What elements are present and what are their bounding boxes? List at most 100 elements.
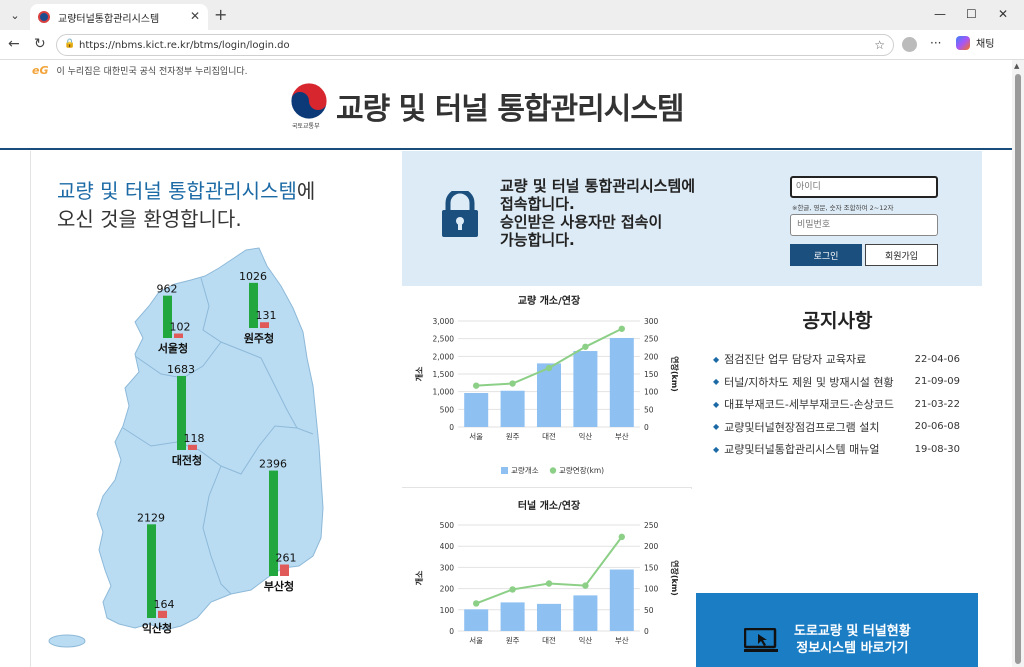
- korea-map: 962 102 서울청 1026 131 원주청 1683 118 대전청 2396 261 부산청 2…: [48, 247, 324, 648]
- favorite-star-icon[interactable]: ☆: [874, 38, 885, 52]
- welcome-line2: 오신 것을 환영합니다.: [57, 207, 242, 231]
- user-id-input[interactable]: [790, 176, 938, 198]
- site-header: eG 이 누리집은 대한민국 공식 전자정부 누리집입니다. 국토교통부 교량 …: [0, 60, 1012, 150]
- chart-bar: [573, 595, 598, 631]
- y-tick-label: 300: [440, 563, 455, 572]
- bridge-count-label: 1026: [239, 270, 267, 283]
- notice-item[interactable]: ◆ 터널/지하차도 제원 및 방재시설 현황 21-09-09: [713, 371, 968, 394]
- close-tab-icon[interactable]: ✕: [190, 9, 200, 23]
- welcome-suffix: 에: [296, 179, 316, 203]
- notice-date: 21-03-22: [914, 398, 960, 410]
- notice-list: ◆ 점검진단 업무 담당자 교육자료 22-04-06 ◆ 터널/지하차도 제원 및 …: [713, 348, 968, 461]
- x-tick-label: 대전: [542, 635, 556, 645]
- more-menu-icon[interactable]: ···: [930, 36, 941, 50]
- line-point: [473, 600, 480, 607]
- tunnel-count-label: 131: [256, 309, 277, 322]
- y-tick-label: 400: [440, 542, 455, 551]
- legend-swatch-bar: [501, 467, 508, 474]
- maximize-button[interactable]: ☐: [966, 7, 977, 21]
- welcome-heading: 교량 및 터널 통합관리시스템에 오신 것을 환영합니다.: [57, 177, 315, 233]
- chart-bar: [464, 609, 489, 631]
- tunnel-count-label: 164: [154, 598, 175, 611]
- refresh-icon[interactable]: ↻: [34, 36, 46, 52]
- chart-bar: [500, 390, 525, 427]
- line-point: [545, 364, 553, 372]
- copilot-button[interactable]: 채팅: [956, 35, 994, 50]
- close-window-button[interactable]: ✕: [998, 7, 1008, 21]
- line-point: [582, 343, 589, 350]
- egov-mark: eG: [32, 64, 49, 77]
- bridge-chart-box: 교량 개소/연장 0 500 1,000 1,500 2,000 2,500 3,000 0 50…: [402, 286, 692, 488]
- notice-text[interactable]: 교량및터널현장점검프로그램 설치: [724, 419, 904, 435]
- profile-avatar[interactable]: [902, 37, 917, 52]
- y-tick-label: 500: [440, 521, 455, 530]
- notice-text[interactable]: 터널/지하차도 제원 및 방재시설 현황: [724, 374, 904, 390]
- chart-bar: [609, 337, 634, 427]
- site-info-icon[interactable]: 🔒: [64, 39, 75, 49]
- welcome-panel: 교량 및 터널 통합관리시스템에 오신 것을 환영합니다. 962 102 서울청 1…: [30, 151, 402, 667]
- notice-item[interactable]: ◆ 교량및터널현장점검프로그램 설치 20-06-08: [713, 416, 968, 439]
- notice-text[interactable]: 교량및터널통합관리시스템 매뉴얼: [724, 441, 904, 457]
- legend-swatch-line: [549, 467, 557, 474]
- scrollbar-thumb[interactable]: [1015, 74, 1021, 664]
- y-axis-label: 개소: [414, 570, 424, 585]
- info-system-link-button[interactable]: 도로교량 및 터널현황 정보시스템 바로가기: [696, 593, 978, 667]
- ministry-logo[interactable]: [290, 82, 328, 120]
- chart-bar: [500, 602, 525, 631]
- bullet-icon: ◆: [713, 377, 720, 387]
- line-point: [509, 380, 516, 387]
- y-tick-label: 1,500: [433, 370, 455, 379]
- x-tick-label: 익산: [578, 431, 592, 441]
- page-scrollbar[interactable]: ▲: [1012, 60, 1024, 667]
- tunnel-chart: 터널 개소/연장 0 100 200 300 400 500 0 50 100 150 200 250 개…: [414, 499, 680, 645]
- notice-item[interactable]: ◆ 점검진단 업무 담당자 교육자료 22-04-06: [713, 348, 968, 371]
- line-point: [618, 325, 625, 332]
- user-id-hint: ※한글, 영문, 숫자 조합하여 2~12자: [792, 204, 894, 212]
- bridge-count-label: 962: [157, 283, 178, 296]
- tunnel-count-bar: [174, 333, 183, 338]
- line-point: [618, 533, 625, 541]
- tunnel-chart-box: 터널 개소/연장 0 100 200 300 400 500 0 50 100 150 200 250 개…: [402, 489, 692, 667]
- bullet-icon: ◆: [713, 444, 720, 454]
- y2-tick-label: 150: [644, 563, 659, 572]
- y2-axis-label: 연장(km): [670, 560, 680, 596]
- new-tab-button[interactable]: +: [214, 5, 227, 24]
- bridge-count-label: 2396: [259, 458, 287, 471]
- page-content: eG 이 누리집은 대한민국 공식 전자정부 누리집입니다. 국토교통부 교량 …: [0, 60, 1012, 667]
- copilot-label: 채팅: [976, 39, 995, 50]
- y-tick-label: 3,000: [433, 317, 455, 326]
- browser-tab[interactable]: 교량터널통합관리시스템 ✕: [30, 4, 208, 30]
- login-button[interactable]: 로그인: [790, 244, 862, 266]
- y-tick-label: 100: [440, 606, 455, 615]
- monitor-cursor-icon: [744, 628, 778, 652]
- notice-item[interactable]: ◆ 교량및터널통합관리시스템 매뉴얼 19-08-30: [713, 438, 968, 461]
- notice-text[interactable]: 점검진단 업무 담당자 교육자료: [724, 351, 904, 367]
- gov-banner-text: 이 누리집은 대한민국 공식 전자정부 누리집입니다.: [56, 67, 248, 77]
- signup-button[interactable]: 회원가입: [865, 244, 938, 266]
- url-field[interactable]: 🔒 https://nbms.kict.re.kr/btms/login/log…: [56, 34, 894, 56]
- y2-tick-label: 150: [644, 370, 659, 379]
- office-name-label: 대전청: [172, 453, 202, 467]
- scroll-up-icon[interactable]: ▲: [1014, 62, 1019, 70]
- password-input[interactable]: [790, 214, 938, 236]
- bullet-icon: ◆: [713, 422, 720, 432]
- notice-text[interactable]: 대표부재코드-세부부재코드-손상코드: [724, 396, 904, 412]
- login-message: 교량 및 터널 통합관리시스템에 접속합니다. 승인받은 사용자만 접속이 가능…: [500, 177, 695, 249]
- info-system-link-text: 도로교량 및 터널현황 정보시스템 바로가기: [794, 623, 911, 657]
- notice-item[interactable]: ◆ 대표부재코드-세부부재코드-손상코드 21-03-22: [713, 393, 968, 416]
- minimize-button[interactable]: —: [934, 7, 946, 21]
- tunnel-count-bar: [188, 444, 197, 450]
- favicon-icon: [38, 11, 50, 23]
- legend-label: 교량개소: [511, 465, 539, 475]
- tab-list-button[interactable]: ⌄: [6, 6, 24, 24]
- island-jeju: [48, 634, 86, 648]
- back-icon[interactable]: ←: [8, 36, 20, 52]
- login-message-line: 교량 및 터널 통합관리시스템에: [500, 177, 696, 195]
- y-tick-label: 2,000: [433, 352, 455, 361]
- y2-tick-label: 0: [644, 627, 649, 636]
- line-point: [582, 582, 589, 589]
- copilot-icon: [956, 35, 970, 50]
- notice-title[interactable]: 공지사항: [693, 306, 982, 333]
- site-title[interactable]: 교량 및 터널 통합관리시스템: [336, 84, 685, 128]
- x-tick-label: 부산: [615, 635, 629, 645]
